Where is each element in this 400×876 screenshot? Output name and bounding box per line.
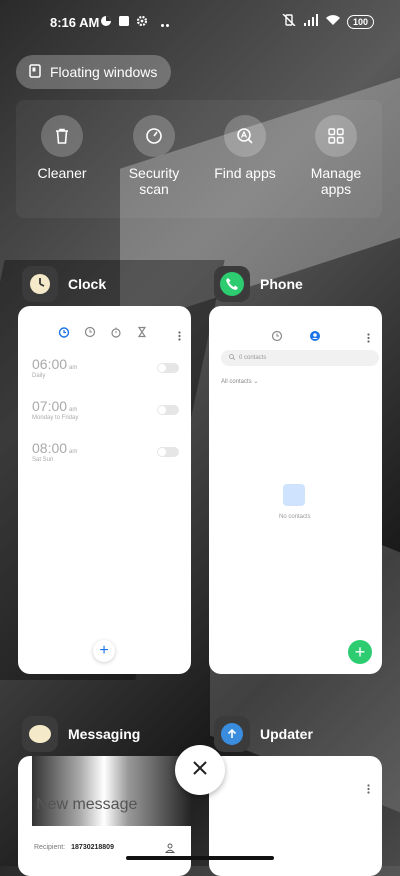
security-scan-button[interactable]: Security scan (114, 115, 194, 197)
alarm-time: 07:00 (32, 398, 68, 414)
messaging-app-header: Messaging (22, 716, 140, 752)
updater-app-icon (214, 716, 250, 752)
alarm-item[interactable]: 07:00 am Monday to Friday (32, 398, 172, 421)
grid-icon (315, 115, 357, 157)
contacts-filter-label: All contacts (221, 379, 252, 385)
clock-app-name: Clock (68, 276, 107, 292)
clock-tabs (58, 326, 148, 338)
cleaner-label: Cleaner (37, 165, 87, 181)
messaging-app-icon (22, 716, 58, 752)
alarm-item[interactable]: 08:00 am Sat Sun (32, 440, 172, 463)
clock-app-header: Clock (22, 266, 106, 302)
close-icon (192, 760, 208, 781)
empty-contacts-icon (283, 484, 305, 506)
alarm-time: 06:00 (32, 356, 68, 372)
square-icon (118, 14, 130, 32)
timer-tab-icon[interactable] (136, 326, 148, 338)
messaging-app-name: Messaging (68, 726, 141, 742)
recents-tab-icon[interactable] (271, 329, 283, 347)
add-alarm-button[interactable]: + (93, 640, 115, 662)
alarm-time: 08:00 (32, 440, 68, 456)
alarm-toggle[interactable] (157, 363, 179, 373)
floating-windows-label: Floating windows (50, 64, 158, 80)
status-bar: 8:16 AM 100 (0, 0, 400, 44)
alarm-repeat: Sat Sun (32, 457, 54, 463)
stopwatch-tab-icon[interactable] (110, 326, 122, 338)
search-placeholder: 0 contacts (239, 355, 267, 361)
manage-apps-button[interactable]: Manage apps (296, 115, 376, 197)
updater-app-name: Updater (260, 726, 313, 742)
clock-app-icon (22, 266, 58, 302)
alarm-item[interactable]: 06:00 am Daily (32, 356, 172, 379)
alarm-toggle[interactable] (157, 447, 179, 457)
contacts-filter[interactable]: All contacts ⌄ (221, 378, 258, 385)
phone-app-name: Phone (260, 276, 303, 292)
home-indicator[interactable] (126, 856, 274, 860)
status-time: 8:16 AM (50, 15, 100, 30)
phone-app-icon (214, 266, 250, 302)
signal-icon (303, 13, 319, 31)
updater-app-header: Updater (214, 716, 313, 752)
add-contact-button[interactable]: + (348, 640, 372, 664)
alarm-ampm: am (69, 407, 78, 413)
alarm-repeat: Monday to Friday (32, 415, 79, 421)
shield-check-icon (133, 115, 175, 157)
more-icon[interactable] (178, 328, 181, 346)
alarm-ampm: am (69, 365, 78, 371)
alarm-tab-icon[interactable] (58, 326, 70, 338)
new-message-title: New message (36, 796, 138, 813)
vibrate-off-icon (281, 13, 297, 31)
search-apps-icon (224, 115, 266, 157)
contacts-tab-icon[interactable] (309, 329, 321, 347)
recipient-number: 18730218809 (71, 844, 114, 851)
phone-app-card[interactable]: 0 contacts All contacts ⌄ No contacts + (209, 306, 382, 674)
recipient-field[interactable]: Recipient: 18730218809 (34, 844, 114, 851)
search-icon (229, 354, 236, 362)
chevron-down-icon: ⌄ (253, 379, 259, 385)
alarm-toggle[interactable] (157, 405, 179, 415)
floating-windows-button[interactable]: Floating windows (16, 55, 172, 89)
clock-app-card[interactable]: 06:00 am Daily 07:00 am Monday to Friday 0… (18, 306, 191, 674)
manage-apps-label: Manage apps (310, 165, 362, 197)
find-apps-label: Find apps (214, 165, 276, 181)
alarm-ampm: am (69, 449, 78, 455)
empty-contacts-text: No contacts (279, 514, 311, 520)
more-icon[interactable] (367, 781, 370, 799)
recipient-label: Recipient: (34, 844, 66, 851)
battery-indicator: 100 (346, 15, 374, 29)
quick-actions-panel: Cleaner Security scan Find apps Manage a… (16, 100, 382, 218)
contacts-search-input[interactable]: 0 contacts (221, 350, 379, 366)
world-clock-tab-icon[interactable] (84, 326, 96, 338)
phone-app-header: Phone (214, 266, 303, 302)
trash-icon (41, 115, 83, 157)
security-scan-label: Security scan (128, 165, 180, 197)
close-all-button[interactable] (175, 745, 225, 795)
contact-picker-icon[interactable] (164, 840, 176, 853)
messaging-header-bg (32, 756, 191, 826)
gear-icon (136, 14, 148, 32)
alarm-repeat: Daily (32, 373, 46, 379)
floating-window-icon (28, 63, 42, 81)
media-icon (100, 14, 112, 32)
wifi-icon (325, 13, 341, 31)
more-icon (160, 14, 170, 32)
cleaner-button[interactable]: Cleaner (22, 115, 102, 181)
find-apps-button[interactable]: Find apps (205, 115, 285, 181)
more-icon[interactable] (367, 330, 370, 348)
